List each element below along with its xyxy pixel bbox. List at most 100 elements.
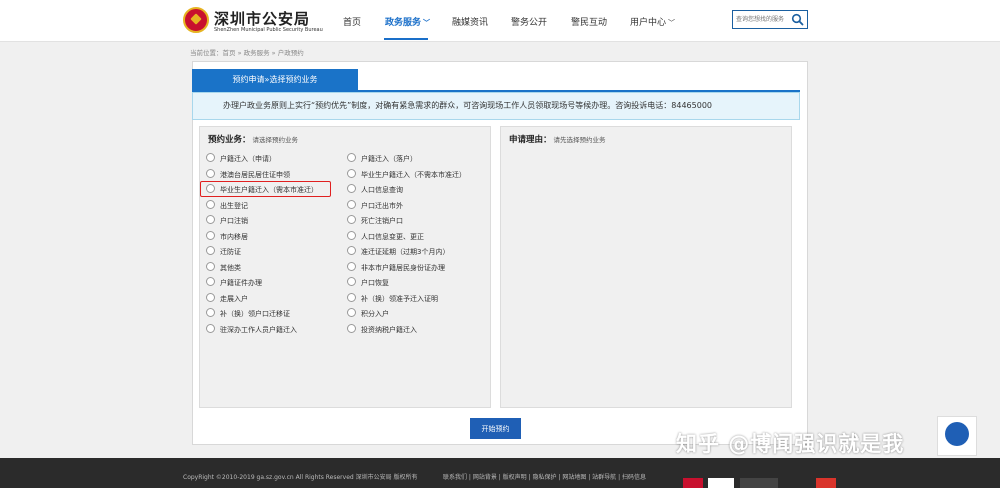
business-option[interactable]: 港澳台居民居住证申领 — [206, 168, 290, 180]
business-option-label: 非本市户籍居民身份证办理 — [361, 263, 445, 272]
business-option[interactable]: 出生登记 — [206, 199, 248, 211]
radio-icon[interactable] — [347, 215, 356, 224]
nav-police-affairs[interactable]: 警务公开 — [511, 15, 547, 28]
radio-icon[interactable] — [206, 215, 215, 224]
business-option-label: 走展入户 — [220, 294, 248, 303]
radio-icon[interactable] — [206, 261, 215, 271]
business-option[interactable]: 投资纳税户籍迁入 — [347, 323, 417, 335]
nav-police-interaction[interactable]: 警民互动 — [571, 15, 607, 28]
radio-icon[interactable] — [347, 230, 356, 240]
business-option[interactable]: 人口信息变更、更正 — [347, 230, 424, 242]
site-header: 深圳市公安局 ShenZhen Municipal Public Securit… — [0, 0, 1000, 42]
business-option-label: 户口恢复 — [361, 279, 389, 287]
business-option[interactable]: 户籍迁入（落户） — [347, 153, 417, 164]
business-option-label: 人口信息查询 — [361, 186, 403, 194]
business-option-label: 户籍迁入（落户） — [361, 155, 417, 163]
radio-icon[interactable] — [347, 184, 356, 193]
selection-highlight — [200, 181, 331, 197]
business-option[interactable]: 迁防证 — [206, 246, 241, 257]
business-option-label: 毕业生户籍迁入（不需本市准迁） — [361, 170, 466, 179]
radio-icon[interactable] — [206, 323, 215, 333]
business-option[interactable]: 户口恢复 — [347, 277, 389, 288]
search-icon[interactable] — [791, 13, 804, 26]
watermark-text: 知乎 @博闻强识就是我 — [676, 432, 905, 456]
reason-title: 申请理由： — [509, 135, 552, 145]
police-emblem-icon[interactable] — [183, 7, 209, 33]
business-option[interactable]: 市内移居 — [206, 230, 248, 242]
site-logo-subtitle: ShenZhen Municipal Public Security Burea… — [214, 27, 323, 33]
gov-badge-icon[interactable] — [683, 478, 703, 488]
alert-badge-icon[interactable] — [816, 478, 836, 488]
business-option[interactable]: 非本市户籍居民身份证办理 — [347, 261, 445, 273]
business-option[interactable]: 户籍证件办理 — [206, 277, 262, 288]
business-option-label: 户口注销 — [220, 217, 248, 225]
nav-user-center[interactable]: 用户中心 ﹀ — [630, 15, 675, 28]
radio-icon[interactable] — [347, 199, 356, 209]
business-option-label: 人口信息变更、更正 — [361, 232, 424, 241]
notice-banner: 办理户政业务原则上实行“预约优先”制度，对确有紧急需求的群众，可咨询现场工作人员… — [192, 92, 800, 120]
nav-home[interactable]: 首页 — [343, 15, 361, 28]
reason-header: 申请理由： 请先选择预约业务 — [509, 133, 606, 145]
business-option-label: 驻深办工作人员户籍迁入 — [220, 325, 297, 334]
radio-icon[interactable] — [206, 168, 215, 178]
radio-icon[interactable] — [206, 308, 215, 317]
business-option-label: 户籍迁入（申请） — [220, 155, 276, 163]
business-option-label: 市内移居 — [220, 232, 248, 241]
reason-box: 申请理由： 请先选择预约业务 — [500, 126, 792, 408]
business-option[interactable]: 补（换）领户口迁移证 — [206, 308, 290, 319]
chevron-down-icon: ﹀ — [423, 19, 431, 27]
radio-icon[interactable] — [347, 308, 356, 317]
radio-icon[interactable] — [347, 153, 356, 162]
business-option-label: 死亡注销户口 — [361, 217, 403, 225]
record-badge-icon[interactable] — [740, 478, 778, 488]
business-option[interactable]: 户籍迁入（申请） — [206, 153, 276, 164]
business-option-label: 补（换）领户口迁移证 — [220, 310, 290, 318]
nav-media-news[interactable]: 融媒资讯 — [452, 15, 488, 28]
floating-service-widget[interactable] — [937, 416, 977, 456]
radio-icon[interactable] — [347, 323, 356, 333]
business-option[interactable]: 准迁证延期（过期3个月内） — [347, 246, 449, 257]
footer-copyright: CopyRight ©2010-2019 ga.sz.gov.cn All Ri… — [183, 474, 418, 481]
business-option[interactable]: 积分入户 — [347, 308, 389, 319]
start-appointment-button[interactable]: 开始预约 — [470, 418, 521, 439]
radio-icon[interactable] — [206, 292, 215, 302]
nav-active-underline — [384, 38, 428, 40]
business-option-label: 其他类 — [220, 263, 241, 272]
footer-links[interactable]: 联系我们 | 网站背景 | 版权声明 | 隐私保护 | 网站地图 | 站群导航 … — [443, 472, 646, 481]
radio-icon[interactable] — [347, 292, 356, 302]
business-option[interactable]: 补（换）领准予迁入证明 — [347, 292, 438, 304]
business-option[interactable]: 人口信息查询 — [347, 184, 403, 195]
business-option-label: 迁防证 — [220, 248, 241, 256]
radio-icon[interactable] — [206, 153, 215, 162]
business-select-hint: 请选择预约业务 — [252, 136, 299, 144]
radio-icon[interactable] — [347, 246, 356, 255]
nav-gov-services-label: 政务服务 — [385, 18, 422, 28]
nav-user-center-label: 用户中心 — [630, 18, 667, 28]
business-option-label: 港澳台居民居住证申领 — [220, 170, 290, 179]
business-option[interactable]: 户口注销 — [206, 215, 248, 226]
business-option-label: 出生登记 — [220, 201, 248, 210]
business-option[interactable]: 死亡注销户口 — [347, 215, 403, 226]
chevron-down-icon: ﹀ — [668, 19, 676, 27]
business-option-label: 准迁证延期（过期3个月内） — [361, 248, 450, 256]
search-box — [732, 10, 808, 29]
radio-icon[interactable] — [347, 261, 356, 271]
business-option[interactable]: 走展入户 — [206, 292, 248, 304]
site-logo-title[interactable]: 深圳市公安局 — [214, 8, 310, 29]
nav-gov-services[interactable]: 政务服务 ﹀ — [385, 15, 430, 28]
business-option[interactable]: 其他类 — [206, 261, 241, 273]
radio-icon[interactable] — [206, 199, 215, 209]
radio-icon[interactable] — [347, 277, 356, 286]
reason-hint: 请先选择预约业务 — [553, 136, 606, 144]
business-option-label: 投资纳税户籍迁入 — [361, 325, 417, 334]
report-badge-icon[interactable] — [708, 478, 734, 488]
radio-icon[interactable] — [347, 168, 356, 178]
search-input[interactable] — [736, 14, 792, 25]
radio-icon[interactable] — [206, 246, 215, 255]
radio-icon[interactable] — [206, 230, 215, 240]
business-option[interactable]: 驻深办工作人员户籍迁入 — [206, 323, 297, 335]
business-option[interactable]: 毕业生户籍迁入（不需本市准迁） — [347, 168, 466, 180]
tab-appointment-step[interactable]: 预约申请»选择预约业务 — [192, 69, 358, 90]
business-option[interactable]: 户口迁出市外 — [347, 199, 403, 211]
radio-icon[interactable] — [206, 277, 215, 286]
